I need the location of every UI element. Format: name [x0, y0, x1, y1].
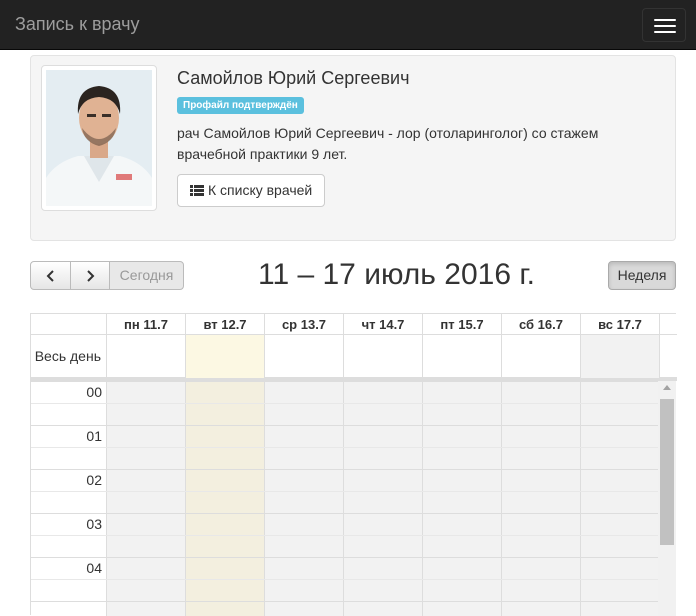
allday-cell[interactable] — [106, 335, 185, 378]
hour-label: 01 — [86, 428, 102, 444]
chevron-left-icon — [46, 270, 54, 282]
prev-week-button[interactable] — [30, 261, 71, 290]
list-icon — [190, 185, 204, 196]
time-grid-scrollbar[interactable] — [658, 381, 676, 616]
allday-label: Весь день — [34, 348, 101, 364]
day-header: пн 11.7 — [106, 314, 185, 335]
doctor-name: Самойлов Юрий Сергеевич — [177, 68, 410, 88]
hour-label: 03 — [86, 516, 102, 532]
doctor-photo — [46, 70, 152, 206]
day-header: ср 13.7 — [264, 314, 343, 335]
doctor-photo-frame — [41, 65, 157, 211]
allday-cell[interactable] — [422, 335, 501, 378]
day-column[interactable] — [343, 381, 422, 616]
day-column[interactable] — [501, 381, 580, 616]
scrollbar-thumb[interactable] — [660, 399, 674, 545]
allday-cell[interactable] — [343, 335, 422, 378]
day-column[interactable] — [106, 381, 185, 616]
day-header: сб 16.7 — [501, 314, 580, 335]
hamburger-icon — [654, 19, 676, 21]
day-header: пт 15.7 — [422, 314, 501, 335]
chevron-right-icon — [87, 270, 95, 282]
week-view-button[interactable]: Неделя — [608, 261, 676, 290]
calendar-title: 11 – 17 июль 2016 г. — [258, 258, 535, 291]
next-week-button[interactable] — [70, 261, 110, 290]
calendar-grid: пн 11.7 вт 12.7 ср 13.7 чт 14.7 пт 15.7 … — [30, 313, 677, 616]
day-column[interactable] — [580, 381, 659, 616]
verified-badge: Профайл подтверждён — [177, 97, 304, 114]
day-column-today[interactable] — [185, 381, 264, 616]
doctor-card: Самойлов Юрий Сергеевич Профайл подтверж… — [30, 55, 676, 241]
hour-label: 02 — [86, 472, 102, 488]
day-header: вт 12.7 — [185, 314, 264, 335]
today-button[interactable]: Сегодня — [109, 261, 184, 290]
allday-cell-today[interactable] — [185, 335, 264, 378]
scroll-up-icon[interactable] — [663, 385, 671, 390]
back-button-label: К списку врачей — [208, 182, 313, 198]
day-column[interactable] — [264, 381, 343, 616]
doctor-description: рач Самойлов Юрий Сергеевич - лор (отола… — [177, 125, 599, 162]
navbar: Запись к врачу — [0, 0, 696, 50]
day-header: чт 14.7 — [343, 314, 422, 335]
day-column[interactable] — [422, 381, 501, 616]
hour-label: 00 — [86, 384, 102, 400]
back-to-doctors-button[interactable]: К списку врачей — [177, 174, 326, 207]
time-grid: 00 01 02 03 04 — [31, 381, 677, 616]
allday-cell[interactable] — [580, 335, 659, 378]
menu-toggle-button[interactable] — [642, 8, 686, 42]
allday-cell[interactable] — [501, 335, 580, 378]
allday-row: Весь день — [31, 335, 677, 378]
day-header-row: пн 11.7 вт 12.7 ср 13.7 чт 14.7 пт 15.7 … — [31, 314, 677, 335]
allday-cell[interactable] — [264, 335, 343, 378]
hour-label: 04 — [86, 560, 102, 576]
brand-title[interactable]: Запись к врачу — [15, 14, 140, 35]
day-header: вс 17.7 — [580, 314, 659, 335]
